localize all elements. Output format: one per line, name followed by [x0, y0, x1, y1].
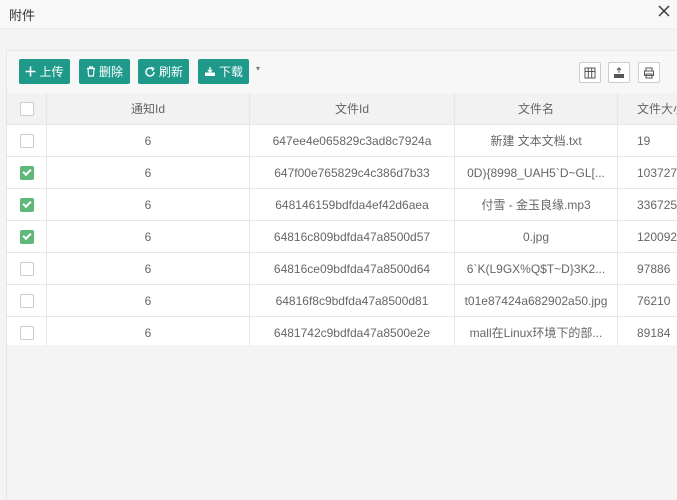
file-size-cell: 76210: [637, 293, 671, 308]
notice-id-cell: 6: [47, 285, 250, 316]
row-checkbox[interactable]: [19, 293, 34, 308]
file-id-cell: 648146159bdfda4ef42d6aea: [250, 189, 455, 220]
print-button[interactable]: [638, 62, 660, 83]
table-row[interactable]: 6 64816ce09bdfda47a8500d64 6`K(L9GX%Q$T~…: [7, 253, 677, 285]
dialog-titlebar: 附件: [0, 0, 677, 29]
column-filter-button[interactable]: [579, 62, 601, 83]
print-icon: [644, 67, 654, 78]
file-size-cell: 120092: [637, 229, 677, 244]
file-name-cell: t01e87424a682902a50.jpg: [455, 285, 618, 316]
notice-id-cell: 6: [47, 317, 250, 345]
file-name-cell: mall在Linux环境下的部...: [455, 317, 618, 345]
delete-button[interactable]: 删除: [79, 59, 130, 84]
file-name-cell: 新建 文本文档.txt: [455, 125, 618, 156]
notice-id-cell: 6: [47, 221, 250, 252]
file-id-cell: 647f00e765829c4c386d7b33: [250, 157, 455, 188]
table-row[interactable]: 6 6481742c9bdfda47a8500e2e mall在Linux环境下…: [7, 317, 677, 345]
notice-id-cell: 6: [47, 253, 250, 284]
export-icon: [614, 66, 624, 78]
row-checkbox[interactable]: [19, 197, 34, 212]
file-size-cell: 336725: [637, 197, 677, 212]
table-row[interactable]: 6 64816c809bdfda47a8500d57 0.jpg 120092: [7, 221, 677, 253]
upload-label: 上传: [39, 65, 64, 79]
file-id-cell: 6481742c9bdfda47a8500e2e: [250, 317, 455, 345]
table-row[interactable]: 6 647f00e765829c4c386d7b33 0D){8998_UAH5…: [7, 157, 677, 189]
export-button[interactable]: [608, 62, 630, 83]
column-header-file-size[interactable]: 文件大小: [618, 93, 677, 124]
select-all-checkbox[interactable]: [19, 101, 34, 116]
row-select-cell: [7, 221, 47, 252]
file-id-cell: 64816ce09bdfda47a8500d64: [250, 253, 455, 284]
upload-button[interactable]: 上传: [19, 59, 70, 84]
column-header-file-id[interactable]: 文件Id: [250, 93, 455, 124]
row-checkbox[interactable]: [19, 325, 34, 340]
row-select-cell: [7, 125, 47, 156]
file-size-cell: 97886: [637, 261, 671, 276]
row-checkbox[interactable]: [19, 165, 34, 180]
row-checkbox[interactable]: [19, 261, 34, 276]
attachment-panel: 上传 删除 刷新 下载 ▾ 通知Id 文件Id 文件名 文件大 6 647ee4…: [6, 50, 677, 500]
notice-id-cell: 6: [47, 189, 250, 220]
download-button[interactable]: 下载: [198, 59, 249, 84]
file-name-cell: 0D){8998_UAH5`D~GL[...: [455, 157, 618, 188]
file-id-cell: 647ee4e065829c3ad8c7924a: [250, 125, 455, 156]
row-select-cell: [7, 189, 47, 220]
row-select-cell: [7, 317, 47, 345]
row-select-cell: [7, 253, 47, 284]
select-all-cell: [7, 93, 47, 124]
row-checkbox[interactable]: [19, 229, 34, 244]
dialog-title: 附件: [9, 8, 36, 23]
column-header-file-name[interactable]: 文件名: [455, 93, 618, 124]
trash-icon: [86, 66, 95, 77]
table-row[interactable]: 6 648146159bdfda4ef42d6aea 付雪 - 金玉良缘.mp3…: [7, 189, 677, 221]
file-name-cell: 付雪 - 金玉良缘.mp3: [455, 189, 618, 220]
file-size-cell: 103727: [637, 165, 677, 180]
download-icon: [204, 67, 215, 76]
columns-icon: [584, 67, 596, 78]
row-select-cell: [7, 157, 47, 188]
download-dropdown-caret[interactable]: ▾: [256, 64, 260, 73]
refresh-label: 刷新: [158, 65, 183, 79]
table-toolbar: 上传 删除 刷新 下载 ▾: [7, 51, 677, 93]
download-label: 下载: [218, 65, 243, 79]
refresh-icon: [145, 66, 155, 77]
file-size-cell: 89184: [637, 325, 671, 340]
file-id-cell: 64816f8c9bdfda47a8500d81: [250, 285, 455, 316]
table-row[interactable]: 6 64816f8c9bdfda47a8500d81 t01e87424a682…: [7, 285, 677, 317]
close-icon[interactable]: [657, 4, 671, 18]
notice-id-cell: 6: [47, 157, 250, 188]
column-header-notice-id[interactable]: 通知Id: [47, 93, 250, 124]
plus-icon: [25, 66, 36, 77]
attachment-table: 通知Id 文件Id 文件名 文件大小 6 647ee4e065829c3ad8c…: [7, 93, 677, 345]
row-checkbox[interactable]: [19, 133, 34, 148]
file-size-cell: 19: [637, 133, 651, 148]
file-name-cell: 0.jpg: [455, 221, 618, 252]
table-header-row: 通知Id 文件Id 文件名 文件大小: [7, 93, 677, 125]
row-select-cell: [7, 285, 47, 316]
refresh-button[interactable]: 刷新: [138, 59, 189, 84]
notice-id-cell: 6: [47, 125, 250, 156]
file-id-cell: 64816c809bdfda47a8500d57: [250, 221, 455, 252]
table-row[interactable]: 6 647ee4e065829c3ad8c7924a 新建 文本文档.txt 1…: [7, 125, 677, 157]
file-name-cell: 6`K(L9GX%Q$T~D}3K2...: [455, 253, 618, 284]
delete-label: 删除: [98, 65, 123, 79]
